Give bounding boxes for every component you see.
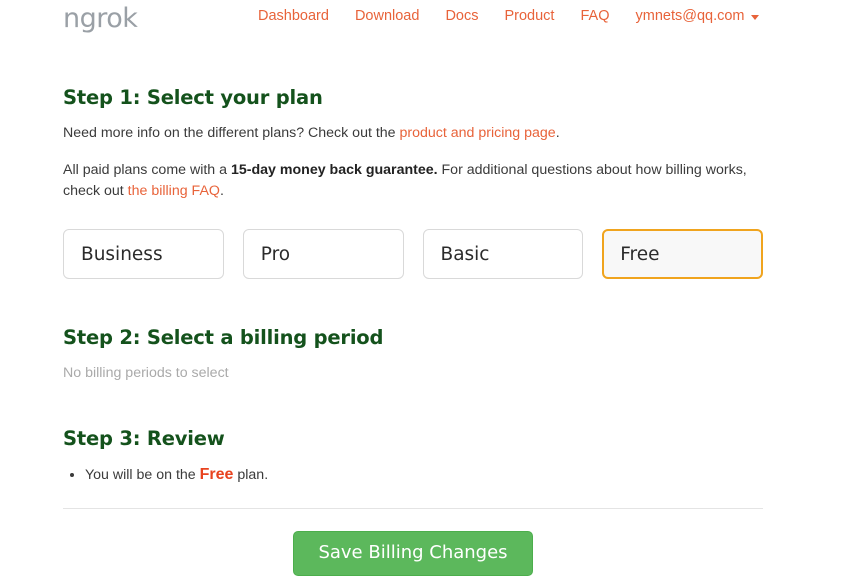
guarantee-text: All paid plans come with a 15-day money … (63, 160, 763, 202)
plans-info-suffix: . (555, 125, 560, 141)
nav-item-faq[interactable]: FAQ (580, 8, 609, 24)
review-list: You will be on the Free plan. (63, 464, 763, 486)
save-billing-changes-button[interactable]: Save Billing Changes (293, 531, 533, 576)
guarantee-bold: 15-day money back guarantee. (230, 162, 438, 178)
plan-option-business[interactable]: Business (63, 229, 224, 279)
step-1-title: Step 1: Select your plan (63, 86, 323, 109)
chevron-down-icon (750, 14, 759, 20)
save-button-container: Save Billing Changes (63, 531, 763, 576)
nav-item-product[interactable]: Product (504, 8, 554, 24)
plans-info-prefix: Need more info on the different plans? C… (63, 125, 400, 141)
step-1-section: Step 1: Select your plan Need more info … (63, 86, 763, 279)
nav-item-docs[interactable]: Docs (445, 8, 478, 24)
review-suffix: plan. (233, 467, 269, 483)
billing-page-content: Step 1: Select your plan Need more info … (63, 86, 763, 576)
nav-item-download[interactable]: Download (355, 8, 420, 24)
billing-faq-link[interactable]: the billing FAQ (128, 183, 220, 199)
plan-option-pro[interactable]: Pro (242, 229, 404, 279)
top-navigation-bar: ngrok Dashboard Download Docs Product FA… (0, 0, 858, 45)
section-divider (63, 508, 763, 509)
guarantee-prefix: All paid plans come with a (63, 162, 231, 178)
step-2-section: Step 2: Select a billing period No billi… (63, 326, 763, 384)
plans-info-text: Need more info on the different plans? C… (63, 123, 763, 144)
no-billing-periods-message: No billing periods to select (63, 365, 229, 381)
product-pricing-link[interactable]: product and pricing page (400, 125, 556, 141)
ngrok-logo[interactable]: ngrok (63, 2, 138, 36)
step-2-title: Step 2: Select a billing period (63, 326, 384, 349)
plan-option-free[interactable]: Free (602, 229, 763, 279)
step-3-section: Step 3: Review You will be on the Free p… (63, 427, 763, 486)
plan-option-basic[interactable]: Basic (422, 229, 584, 279)
step-3-title: Step 3: Review (63, 427, 225, 450)
nav-links: Dashboard Download Docs Product FAQ ymne… (258, 8, 759, 24)
review-prefix: You will be on the (85, 467, 200, 483)
guarantee-suffix: . (219, 183, 224, 199)
review-list-item: You will be on the Free plan. (85, 464, 763, 486)
user-menu[interactable]: ymnets@qq.com (635, 8, 759, 24)
nav-item-dashboard[interactable]: Dashboard (258, 8, 329, 24)
review-plan-name: Free (199, 466, 234, 483)
plan-selector-group: Business Pro Basic Free (63, 229, 763, 279)
user-email-label: ymnets@qq.com (635, 8, 745, 24)
